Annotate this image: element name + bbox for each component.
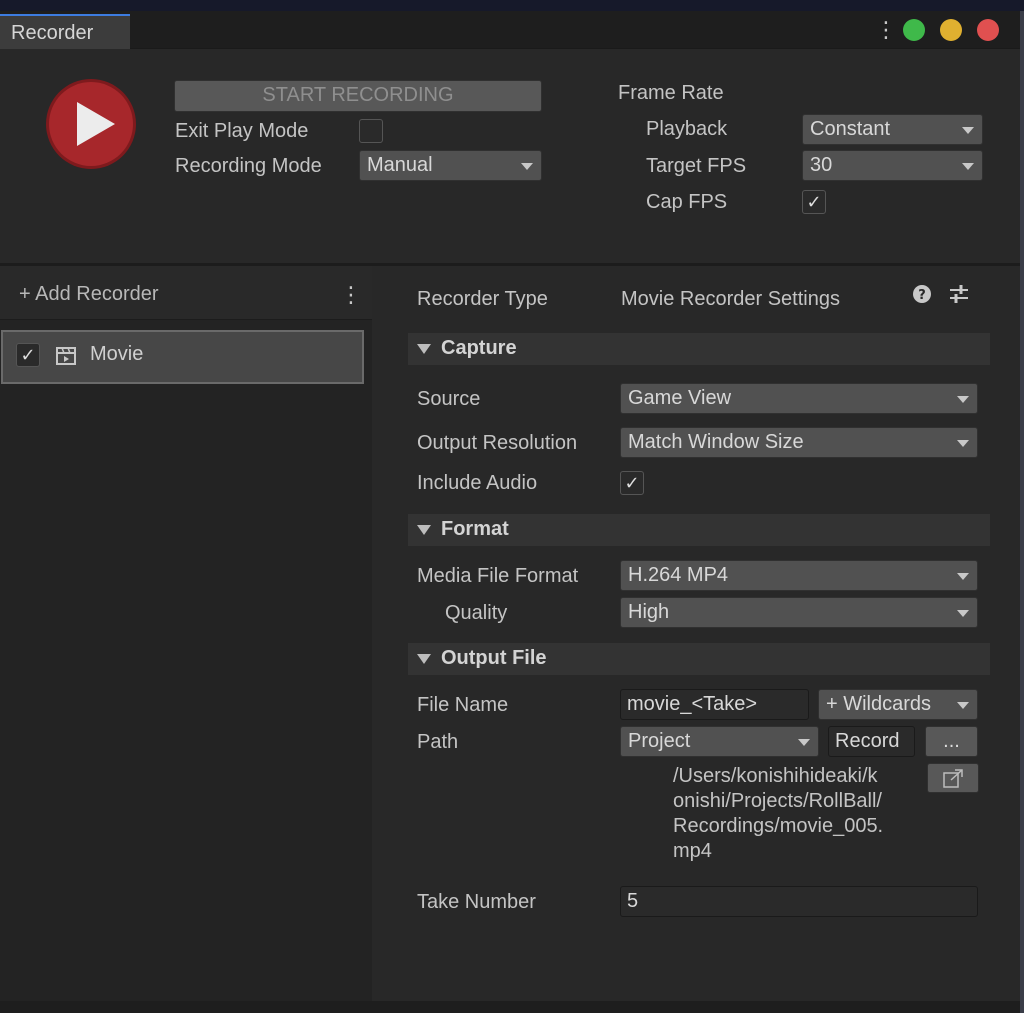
quality-value: High — [628, 601, 670, 623]
capture-section-header[interactable]: Capture — [408, 333, 990, 365]
playback-dropdown[interactable]: Constant — [802, 114, 983, 145]
media-file-format-value: H.264 MP4 — [628, 564, 729, 586]
chevron-down-icon — [957, 396, 969, 403]
chevron-down-icon — [957, 702, 969, 709]
playback-value: Constant — [810, 118, 891, 140]
output-file-section-header[interactable]: Output File — [408, 643, 990, 675]
recording-mode-value: Manual — [367, 154, 433, 176]
target-fps-dropdown[interactable]: 30 — [802, 150, 983, 181]
start-recording-button[interactable]: START RECORDING — [174, 80, 542, 112]
minimize-button[interactable] — [940, 19, 962, 41]
recorder-type-label: Recorder Type — [417, 288, 548, 310]
take-number-label: Take Number — [417, 891, 536, 913]
include-audio-label: Include Audio — [417, 472, 538, 494]
cap-fps-label: Cap FPS — [646, 191, 728, 213]
title-bar — [0, 11, 1020, 49]
format-section-title: Format — [441, 518, 509, 540]
source-dropdown[interactable]: Game View — [620, 383, 978, 414]
format-section-header[interactable]: Format — [408, 514, 990, 546]
exit-play-mode-label: Exit Play Mode — [175, 120, 309, 142]
recorder-type-value: Movie Recorder Settings — [621, 288, 840, 310]
output-file-section-title: Output File — [441, 647, 547, 669]
maximize-button[interactable] — [903, 19, 925, 41]
target-fps-label: Target FPS — [646, 155, 747, 177]
recorder-item-label: Movie — [90, 343, 144, 365]
playback-label: Playback — [646, 118, 728, 140]
output-resolution-value: Match Window Size — [628, 431, 804, 453]
browse-button[interactable]: ... — [925, 726, 978, 757]
preset-settings-icon[interactable] — [948, 283, 970, 305]
media-file-format-dropdown[interactable]: H.264 MP4 — [620, 560, 978, 591]
file-name-label: File Name — [417, 694, 509, 716]
chevron-down-icon — [798, 739, 810, 746]
full-path-line: onishi/Projects/RollBall/ — [673, 790, 882, 812]
capture-section-title: Capture — [441, 337, 517, 359]
external-link-icon — [943, 769, 963, 788]
window-menu-icon[interactable]: ⋮ — [875, 19, 897, 41]
tab-title: Recorder — [11, 22, 94, 44]
file-name-input[interactable]: movie_<Take> — [620, 689, 809, 720]
record-play-icon[interactable] — [44, 77, 138, 171]
open-folder-button[interactable] — [927, 763, 979, 793]
full-output-path: /Users/konishihideaki/k onishi/Projects/… — [673, 764, 883, 864]
full-path-line: Recordings/movie_005. — [673, 815, 884, 837]
bottom-edge — [0, 1001, 1024, 1013]
chevron-down-icon — [962, 127, 974, 134]
take-number-input[interactable]: 5 — [620, 886, 978, 917]
chevron-down-icon — [521, 163, 533, 170]
chevron-down-icon — [957, 573, 969, 580]
wildcards-dropdown[interactable]: + Wildcards — [818, 689, 978, 720]
path-root-value: Project — [628, 730, 691, 752]
path-label: Path — [417, 731, 459, 753]
output-resolution-label: Output Resolution — [417, 432, 578, 454]
source-value: Game View — [628, 387, 732, 409]
chevron-down-icon — [962, 163, 974, 170]
path-leaf-input[interactable]: Record — [828, 726, 915, 757]
foldout-arrow-icon — [417, 344, 431, 354]
tab-recorder[interactable]: Recorder — [0, 14, 130, 49]
wildcards-label: + Wildcards — [826, 693, 932, 715]
recorder-list-menu-icon[interactable]: ⋮ — [340, 284, 362, 306]
source-label: Source — [417, 388, 481, 410]
movie-clapper-icon — [56, 347, 76, 365]
chevron-down-icon — [957, 440, 969, 447]
top-strip — [0, 0, 1024, 11]
full-path-line: /Users/konishihideaki/k — [673, 765, 878, 787]
background-strip — [1020, 11, 1024, 1013]
exit-play-mode-checkbox[interactable] — [359, 119, 383, 143]
foldout-arrow-icon — [417, 654, 431, 664]
full-path-line: mp4 — [673, 840, 712, 862]
svg-text:?: ? — [918, 288, 926, 303]
frame-rate-label: Frame Rate — [618, 82, 724, 104]
quality-dropdown[interactable]: High — [620, 597, 978, 628]
foldout-arrow-icon — [417, 525, 431, 535]
cap-fps-checkbox[interactable]: ✓ — [802, 190, 826, 214]
recording-mode-dropdown[interactable]: Manual — [359, 150, 542, 181]
recording-mode-label: Recording Mode — [175, 155, 322, 177]
target-fps-value: 30 — [810, 154, 833, 176]
chevron-down-icon — [957, 610, 969, 617]
media-file-format-label: Media File Format — [417, 565, 579, 587]
close-button[interactable] — [977, 19, 999, 41]
include-audio-checkbox[interactable]: ✓ — [620, 471, 644, 495]
path-root-dropdown[interactable]: Project — [620, 726, 819, 757]
quality-label: Quality — [445, 602, 508, 624]
add-recorder-button[interactable]: + Add Recorder — [19, 283, 159, 306]
help-icon[interactable]: ? — [912, 284, 932, 304]
recorder-enabled-checkbox[interactable]: ✓ — [16, 343, 40, 367]
output-resolution-dropdown[interactable]: Match Window Size — [620, 427, 978, 458]
